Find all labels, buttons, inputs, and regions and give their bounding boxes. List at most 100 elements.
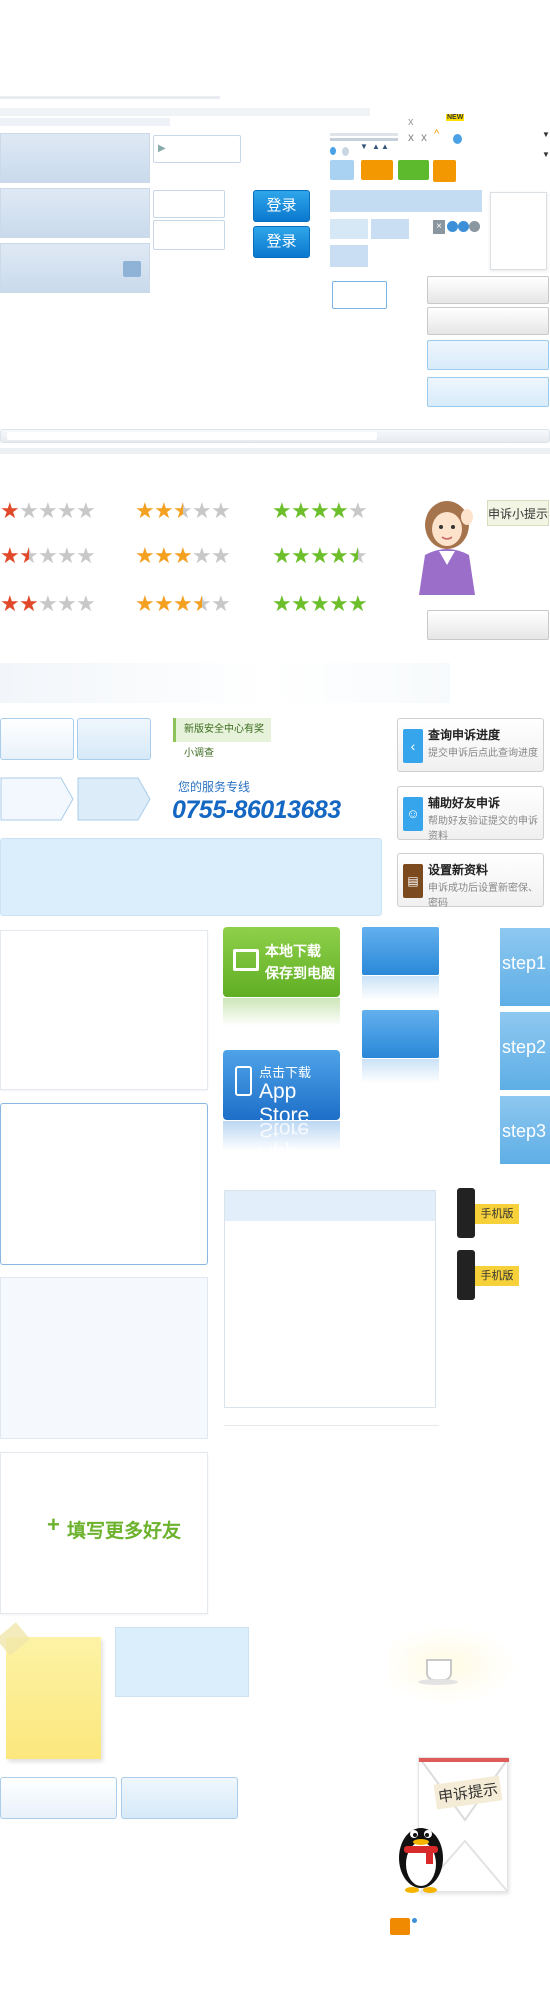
- star-icon[interactable]: ★: [135, 545, 155, 567]
- star-icon[interactable]: ★: [57, 593, 77, 615]
- grey-button[interactable]: [427, 307, 549, 335]
- star-icon[interactable]: ★: [173, 500, 193, 522]
- star-icon[interactable]: ★: [310, 545, 330, 567]
- star-icon[interactable]: ★: [211, 500, 231, 522]
- appeal-tip-bubble: 申诉小提示: [487, 500, 549, 526]
- step-tab-3[interactable]: step3: [500, 1096, 550, 1164]
- star-icon[interactable]: ★: [0, 500, 20, 522]
- star-icon[interactable]: ★: [135, 500, 155, 522]
- star-icon[interactable]: ★: [19, 545, 39, 567]
- star-icon[interactable]: ★: [348, 593, 368, 615]
- star-icon[interactable]: ★: [154, 500, 174, 522]
- star-icon[interactable]: ★: [76, 545, 96, 567]
- tab-button[interactable]: [0, 718, 74, 760]
- tab-green[interactable]: [398, 160, 429, 180]
- checkbox-icon[interactable]: [123, 261, 141, 277]
- star-icon[interactable]: ★: [348, 500, 368, 522]
- star-icon[interactable]: ★: [192, 500, 212, 522]
- star-icon[interactable]: ★: [272, 593, 292, 615]
- star-icon[interactable]: ★: [135, 593, 155, 615]
- star-icon[interactable]: ★: [211, 593, 231, 615]
- add-friend-card[interactable]: + 填写更多好友: [0, 1452, 208, 1614]
- small-input[interactable]: [332, 281, 387, 309]
- star-icon[interactable]: ★: [291, 545, 311, 567]
- star-icon[interactable]: ★: [329, 593, 349, 615]
- step-tab-2[interactable]: step2: [500, 1012, 550, 1090]
- star-icon[interactable]: ★: [38, 593, 58, 615]
- star-icon[interactable]: ★: [291, 593, 311, 615]
- triangle-up-icon: ▲: [372, 142, 380, 151]
- tab-blue[interactable]: [330, 160, 354, 180]
- star-icon[interactable]: ★: [0, 545, 20, 567]
- close-icon[interactable]: x: [408, 130, 414, 144]
- step-arrow-button[interactable]: [77, 777, 151, 821]
- tab-button[interactable]: [77, 718, 151, 760]
- close-icon[interactable]: x: [408, 116, 414, 128]
- star-icon[interactable]: ★: [154, 593, 174, 615]
- close-icon[interactable]: x: [421, 130, 427, 144]
- tab-orange-small[interactable]: [433, 160, 456, 182]
- circle-icon[interactable]: [447, 221, 458, 232]
- service-set-new-info[interactable]: ▤ 设置新资料 申诉成功后设置新密保、密码: [397, 853, 544, 909]
- star-icon[interactable]: ★: [192, 593, 212, 615]
- step-tab-1[interactable]: step1: [500, 928, 550, 1006]
- grey-button[interactable]: [427, 610, 549, 640]
- star-icon[interactable]: ★: [192, 545, 212, 567]
- star-icon[interactable]: ★: [57, 545, 77, 567]
- star-icon[interactable]: ★: [76, 593, 96, 615]
- star-icon[interactable]: ★: [310, 500, 330, 522]
- blue-button[interactable]: [427, 377, 549, 407]
- tab-button[interactable]: [121, 1777, 238, 1819]
- login-button[interactable]: 登录: [253, 190, 310, 222]
- star-icon[interactable]: ★: [19, 593, 39, 615]
- star-icon[interactable]: ★: [0, 593, 20, 615]
- star-icon[interactable]: ★: [38, 545, 58, 567]
- close-square-icon[interactable]: ×: [433, 220, 445, 234]
- card-selected[interactable]: [0, 1103, 208, 1265]
- triangle-down-icon: ▼: [542, 130, 550, 139]
- grey-button[interactable]: [427, 276, 549, 304]
- star-icon[interactable]: ★: [19, 500, 39, 522]
- star-icon[interactable]: ★: [348, 545, 368, 567]
- blue-block[interactable]: [362, 927, 439, 975]
- coffee-image: [388, 1625, 518, 1705]
- service-subtitle: 帮助好友验证提交的申诉资料: [428, 816, 538, 842]
- scrollbar[interactable]: [0, 429, 550, 443]
- star-icon[interactable]: ★: [272, 545, 292, 567]
- star-icon[interactable]: ★: [173, 545, 193, 567]
- verify-input[interactable]: [153, 220, 225, 250]
- blue-block[interactable]: [362, 1010, 439, 1058]
- circle-icon[interactable]: [458, 221, 469, 232]
- star-icon[interactable]: ★: [57, 500, 77, 522]
- star-icon[interactable]: ★: [173, 593, 193, 615]
- star-icon[interactable]: ★: [310, 593, 330, 615]
- add-friend-label: 填写更多好友: [67, 1521, 182, 1542]
- service-help-friend[interactable]: ☺ 辅助好友申诉 帮助好友验证提交的申诉资料: [397, 786, 544, 842]
- account-input[interactable]: ▶: [153, 135, 241, 163]
- star-icon[interactable]: ★: [76, 500, 96, 522]
- star-icon[interactable]: ★: [38, 500, 58, 522]
- login-button-hover[interactable]: 登录: [253, 226, 310, 258]
- mobile-version-badge[interactable]: 手机版: [455, 1250, 525, 1302]
- hotline-number: 0755-86013683: [172, 796, 341, 824]
- star-icon[interactable]: ★: [211, 545, 231, 567]
- appstore-download-button[interactable]: 点击下载 App Store: [223, 1050, 340, 1127]
- password-input[interactable]: [153, 190, 225, 218]
- scrollbar-thumb[interactable]: [7, 432, 377, 440]
- circle-icon[interactable]: [469, 221, 480, 232]
- dot-icon: [342, 147, 349, 156]
- star-icon[interactable]: ★: [291, 500, 311, 522]
- survey-link[interactable]: 新版安全中心有奖小调查: [173, 718, 271, 759]
- step-arrow-button[interactable]: [0, 777, 74, 821]
- mobile-version-badge[interactable]: 手机版: [455, 1188, 525, 1240]
- coffee-cup-icon: [426, 1659, 452, 1681]
- service-query-progress[interactable]: ‹ 查询申诉进度 提交申诉后点此查询进度: [397, 718, 544, 772]
- blue-button[interactable]: [427, 340, 549, 370]
- tab-orange[interactable]: [361, 160, 393, 180]
- star-icon[interactable]: ★: [329, 545, 349, 567]
- local-download-button[interactable]: 本地下载 保存到电脑: [223, 927, 340, 997]
- star-icon[interactable]: ★: [154, 545, 174, 567]
- star-icon[interactable]: ★: [329, 500, 349, 522]
- tab-button[interactable]: [0, 1777, 117, 1819]
- star-icon[interactable]: ★: [272, 500, 292, 522]
